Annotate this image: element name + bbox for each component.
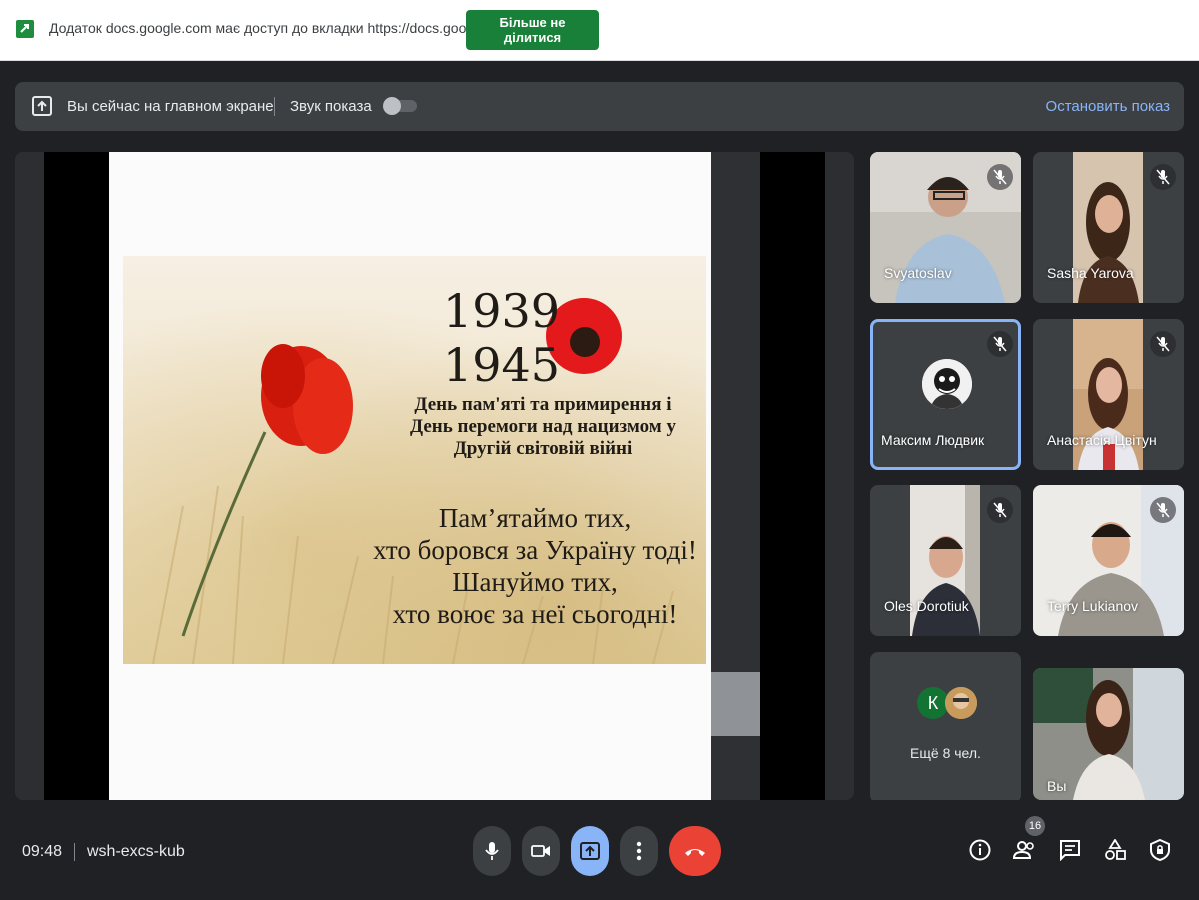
leave-call-button[interactable]: [669, 826, 721, 876]
participant-tile[interactable]: Oles Dorotiuk: [870, 485, 1021, 636]
stop-presenting-button[interactable]: Остановить показ: [1046, 98, 1170, 115]
microphone-icon: [485, 842, 499, 860]
slide-image: 1939 1945 День пам'яті та примирення і Д…: [123, 256, 706, 664]
meeting-code: wsh-excs-kub: [87, 843, 185, 860]
slide-quote: Пам’ятаймо тих, хто боровся за Україну т…: [355, 502, 715, 630]
presenting-status: Вы сейчас на главном экране: [67, 98, 274, 115]
participant-name: Вы: [1047, 778, 1067, 794]
participant-name: Анастасія Цвітун: [1047, 432, 1157, 448]
avatar: [945, 687, 977, 719]
day-title-line: День перемоги над нацизмом у: [410, 416, 676, 437]
google-docs-icon: [16, 20, 34, 38]
years-block: 1939 1945: [443, 284, 560, 392]
mic-off-icon: [987, 164, 1013, 190]
slide-side-panel: [711, 152, 760, 800]
activities-button[interactable]: [1102, 837, 1128, 863]
mic-off-icon: [1150, 164, 1176, 190]
mic-off-icon: [987, 331, 1013, 357]
meeting-details-button[interactable]: [967, 837, 993, 863]
quote-line: Пам’ятаймо тих,: [438, 503, 632, 533]
participant-tile[interactable]: Анастасія Цвітун: [1033, 319, 1184, 470]
presentation-stage: 1939 1945 День пам'яті та примирення і Д…: [15, 152, 854, 800]
divider: [274, 97, 275, 116]
participant-name: Terry Lukianov: [1047, 598, 1139, 614]
call-controls-bar: 09:48 wsh-excs-kub: [0, 800, 1199, 900]
mic-off-icon: [987, 497, 1013, 523]
presenting-bar: Вы сейчас на главном экране Звук показа …: [15, 82, 1184, 131]
host-controls-button[interactable]: [1147, 837, 1173, 863]
more-participants-tile[interactable]: К Ещё 8 чел.: [870, 652, 1021, 803]
present-screen-icon: [580, 842, 600, 860]
share-infobar-message: Додаток docs.google.com має доступ до вк…: [49, 20, 516, 36]
video-camera-icon: [531, 845, 550, 857]
day-title-line: День пам'яті та примирення і: [414, 394, 672, 415]
more-participants-label: Ещё 8 чел.: [910, 745, 981, 761]
mic-off-icon: [1150, 497, 1176, 523]
quote-line: хто боровся за Україну тоді!: [373, 535, 697, 565]
chat-icon: [1060, 840, 1080, 861]
chat-button[interactable]: [1057, 837, 1083, 863]
clock: 09:48: [22, 843, 63, 860]
shield-lock-icon: [1150, 839, 1170, 861]
letterbox-left: [44, 152, 109, 800]
participant-tile[interactable]: Sasha Yarova: [1033, 152, 1184, 303]
day-title: День пам'яті та примирення і День перемо…: [381, 394, 705, 460]
mic-off-icon: [1150, 331, 1176, 357]
people-button[interactable]: [1012, 837, 1038, 863]
people-icon: [1013, 841, 1034, 859]
toggle-knob: [383, 97, 401, 115]
letterbox-right: [760, 152, 825, 800]
stop-sharing-button[interactable]: Більше не ділитися: [466, 10, 599, 50]
avatar: [922, 359, 972, 409]
present-button[interactable]: [571, 826, 609, 876]
day-title-line: Другій світовій війні: [453, 438, 633, 459]
more-vert-icon: [636, 841, 642, 861]
divider: [74, 843, 75, 861]
participant-name: Oles Dorotiuk: [884, 598, 969, 614]
year-start: 1939: [443, 284, 561, 338]
hang-up-icon: [685, 849, 705, 856]
participant-name: Sasha Yarova: [1047, 265, 1134, 281]
self-view-tile[interactable]: Вы: [1033, 668, 1184, 800]
quote-line: хто воює за неї сьогодні!: [392, 599, 678, 629]
present-screen-icon: [32, 96, 52, 116]
info-icon: [969, 839, 991, 861]
people-count-badge: 16: [1025, 816, 1045, 836]
participant-tile-active[interactable]: Максим Людвик: [870, 319, 1021, 470]
sound-toggle[interactable]: [383, 97, 417, 115]
shared-slide: 1939 1945 День пам'яті та примирення і Д…: [109, 152, 711, 800]
sound-label: Звук показа: [290, 98, 372, 115]
camera-button[interactable]: [522, 826, 560, 876]
participant-name: Максим Людвик: [881, 432, 985, 448]
quote-line: Шануймо тих,: [452, 567, 618, 597]
participant-name: Svyatoslav: [884, 265, 952, 281]
year-end: 1945: [443, 338, 561, 392]
more-options-button[interactable]: [620, 826, 658, 876]
more-avatars: К: [917, 687, 977, 729]
microphone-button[interactable]: [473, 826, 511, 876]
participant-tile[interactable]: Terry Lukianov: [1033, 485, 1184, 636]
participant-tile[interactable]: Svyatoslav: [870, 152, 1021, 303]
share-infobar: Додаток docs.google.com має доступ до вк…: [0, 0, 1199, 61]
activities-icon: [1105, 839, 1126, 860]
slide-side-block: [711, 672, 760, 736]
